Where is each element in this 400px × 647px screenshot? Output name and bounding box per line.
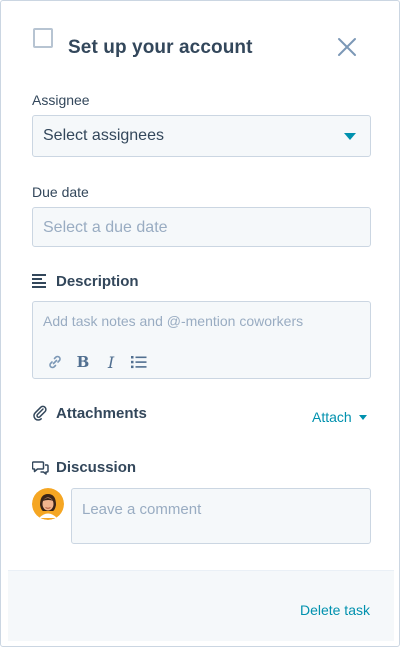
assignee-label: Assignee	[32, 92, 90, 108]
bulleted-list-button[interactable]	[129, 352, 149, 372]
caret-down-icon	[344, 133, 356, 140]
bulleted-list-icon	[131, 356, 147, 369]
italic-button[interactable]: I	[101, 352, 121, 372]
attachments-label: Attachments	[56, 404, 147, 422]
delete-task-button[interactable]: Delete task	[300, 602, 370, 618]
description-toolbar: B I	[45, 352, 157, 372]
panel-footer: Delete task	[8, 570, 394, 641]
close-button[interactable]	[335, 35, 359, 59]
attachments-header: Attachments	[32, 403, 147, 423]
description-label: Description	[56, 272, 139, 290]
due-date-label: Due date	[32, 184, 89, 200]
description-header: Description	[32, 271, 139, 291]
panel-title: Set up your account	[68, 37, 253, 58]
assignee-select[interactable]: Select assignees	[32, 115, 371, 157]
speech-bubbles-icon	[31, 459, 49, 475]
discussion-label: Discussion	[56, 458, 137, 476]
comment-placeholder: Leave a comment	[82, 501, 202, 518]
caret-down-icon	[358, 414, 367, 420]
link-button[interactable]	[45, 352, 65, 372]
attach-label: Attach	[312, 409, 352, 425]
task-complete-checkbox[interactable]	[33, 28, 53, 48]
text-lines-icon	[32, 273, 49, 289]
description-editor[interactable]: Add task notes and @-mention coworkers B…	[32, 301, 371, 379]
paperclip-icon	[32, 405, 49, 421]
avatar	[32, 488, 64, 520]
comment-input[interactable]: Leave a comment	[71, 488, 371, 544]
assignee-select-value: Select assignees	[43, 127, 164, 144]
due-date-input[interactable]: Select a due date	[32, 207, 371, 247]
description-placeholder: Add task notes and @-mention coworkers	[43, 313, 304, 329]
attach-dropdown[interactable]: Attach	[312, 409, 367, 425]
task-panel: Set up your account Assignee Select assi…	[0, 0, 400, 647]
link-icon	[49, 355, 61, 369]
close-icon	[338, 38, 356, 56]
discussion-header: Discussion	[31, 457, 137, 477]
bold-button[interactable]: B	[73, 352, 93, 372]
due-date-placeholder: Select a due date	[43, 219, 168, 236]
